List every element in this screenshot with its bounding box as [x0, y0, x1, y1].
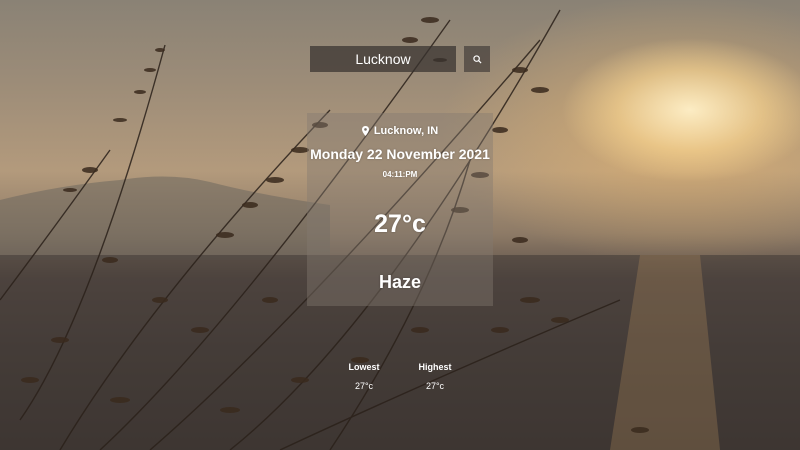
- time-text: 04:11:PM: [382, 170, 418, 179]
- temperature-text: 27°c: [374, 210, 426, 238]
- search-input[interactable]: [310, 46, 456, 72]
- map-pin-icon: [361, 126, 369, 136]
- lowest-value: 27°c: [354, 381, 374, 391]
- location-row: Lucknow, IN: [0, 125, 800, 137]
- search-button[interactable]: [464, 46, 490, 72]
- highest-value: 27°c: [425, 381, 445, 391]
- highest-label: Highest: [418, 362, 452, 372]
- date-text: Monday 22 November 2021: [310, 146, 490, 162]
- condition-text: Haze: [378, 272, 422, 292]
- search-icon: [472, 54, 482, 64]
- weather-app: Lucknow, IN Monday 22 November 2021 04:1…: [0, 0, 800, 450]
- lowest-label: Lowest: [348, 362, 380, 372]
- location-text: Lucknow, IN: [373, 125, 439, 137]
